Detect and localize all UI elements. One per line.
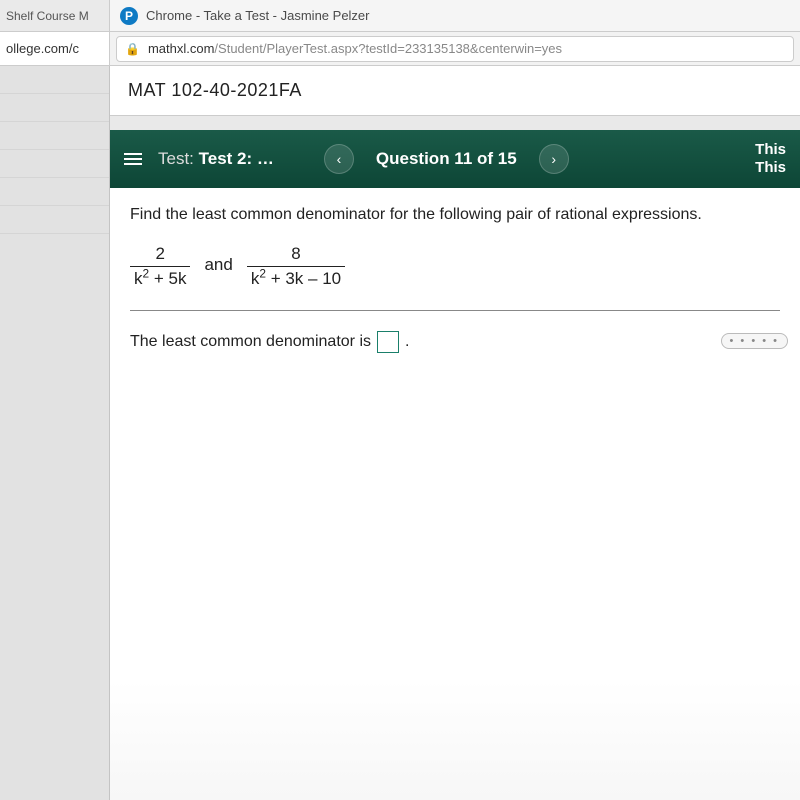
chevron-right-icon: › [551, 151, 556, 167]
fraction-1-numerator: 2 [152, 244, 169, 266]
spacer-band [110, 116, 800, 130]
and-word: and [204, 255, 232, 277]
question-counter: Question 11 of 15 [376, 149, 517, 169]
course-title: MAT 102-40-2021FA [110, 66, 800, 116]
address-bar-row: ollege.com/c 🔒 mathxl.com/Student/Player… [0, 32, 800, 66]
bottom-fade [110, 680, 800, 800]
question-prompt: Find the least common denominator for th… [130, 206, 780, 224]
os-titlebar: Shelf Course M P Chrome - Take a Test - … [0, 0, 800, 32]
window-frame: Shelf Course M P Chrome - Take a Test - … [0, 0, 800, 800]
fraction-2-numerator: 8 [287, 244, 304, 266]
hamburger-icon[interactable] [124, 153, 142, 165]
chevron-left-icon: ‹ [337, 151, 342, 167]
fraction-1: 2 k2 + 5k [130, 244, 190, 288]
background-tab-1[interactable]: Shelf Course M [0, 0, 110, 31]
background-tab-2-label: ollege.com/c [6, 41, 79, 56]
gutter-row [0, 206, 109, 234]
question-body: Find the least common denominator for th… [110, 188, 800, 800]
url-path: /Student/PlayerTest.aspx?testId=23313513… [214, 41, 562, 56]
gutter-row [0, 178, 109, 206]
gutter-row [0, 94, 109, 122]
lock-icon: 🔒 [125, 42, 140, 56]
content-area: MAT 102-40-2021FA Test: Test 2: … ‹ Ques… [110, 66, 800, 800]
expressions-row: 2 k2 + 5k and 8 k2 + 3k – 10 [130, 244, 780, 288]
pearson-icon: P [120, 7, 138, 25]
gutter-row [0, 150, 109, 178]
test-name: Test 2: … [199, 149, 274, 168]
resize-handle[interactable]: • • • • • [721, 333, 788, 349]
answer-input[interactable] [377, 331, 399, 353]
fraction-1-denominator: k2 + 5k [130, 266, 190, 289]
prev-question-button[interactable]: ‹ [324, 144, 354, 174]
test-title: Test: Test 2: … [158, 149, 274, 169]
fraction-2: 8 k2 + 3k – 10 [247, 244, 345, 288]
background-tab-2[interactable]: ollege.com/c [0, 32, 110, 65]
test-header: Test: Test 2: … ‹ Question 11 of 15 › Th… [110, 130, 800, 188]
address-bar[interactable]: 🔒 mathxl.com/Student/PlayerTest.aspx?tes… [116, 36, 794, 62]
url-host: mathxl.com [148, 41, 214, 56]
score-line-1: This [755, 141, 786, 159]
score-line-2: This [755, 159, 786, 177]
pearson-glyph: P [125, 9, 133, 23]
url-text: mathxl.com/Student/PlayerTest.aspx?testI… [148, 41, 562, 56]
background-tab-1-label: Shelf Course M [6, 9, 89, 23]
answer-period: . [405, 333, 409, 351]
window-title-area: P Chrome - Take a Test - Jasmine Pelzer [110, 7, 370, 25]
score-summary: This This [755, 141, 786, 177]
next-question-button[interactable]: › [539, 144, 569, 174]
gutter-row [0, 122, 109, 150]
test-label: Test: [158, 149, 194, 168]
window-title: Chrome - Take a Test - Jasmine Pelzer [146, 8, 370, 23]
fraction-2-denominator: k2 + 3k – 10 [247, 266, 345, 289]
left-gutter [0, 66, 110, 800]
gutter-row [0, 66, 109, 94]
divider-line [130, 310, 780, 311]
answer-line: The least common denominator is . [130, 331, 780, 353]
answer-label: The least common denominator is [130, 333, 371, 351]
